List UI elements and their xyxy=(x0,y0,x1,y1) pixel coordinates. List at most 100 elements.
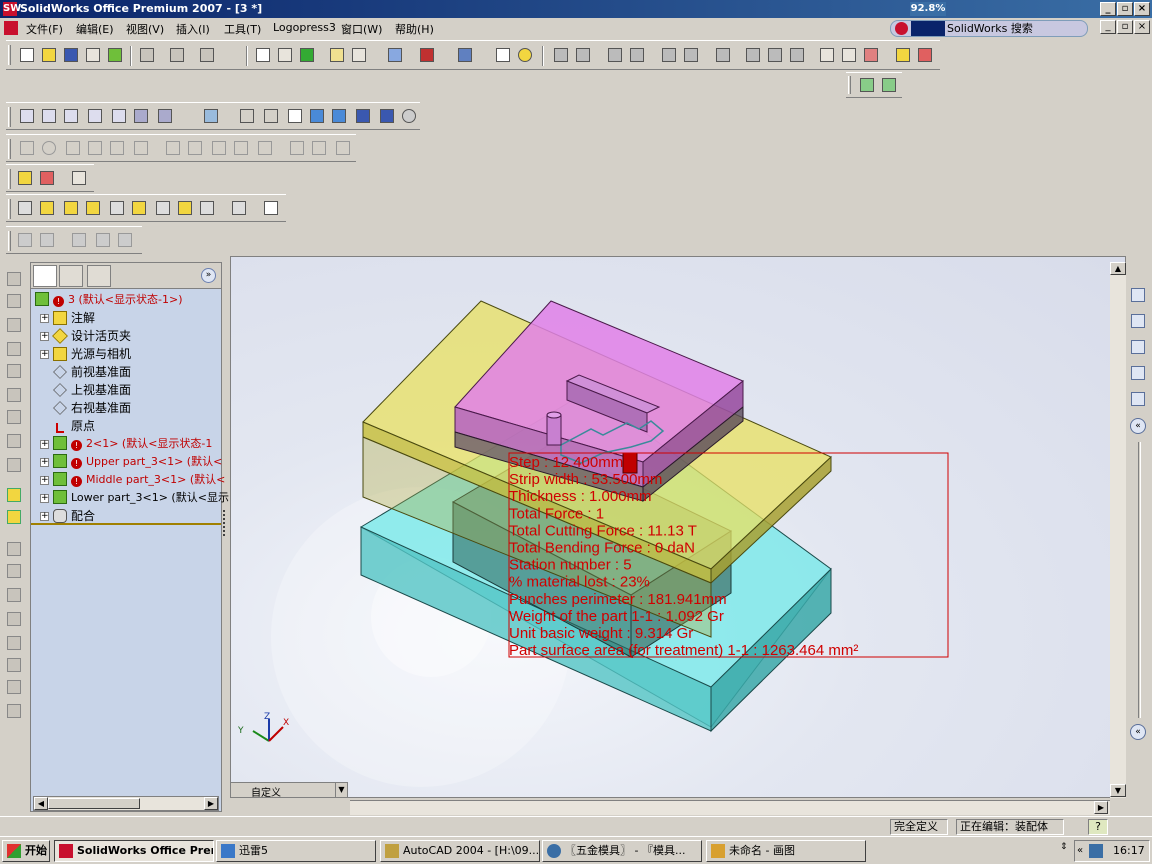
rectangle-icon[interactable] xyxy=(256,139,274,157)
palette-icon[interactable] xyxy=(1129,390,1147,408)
rollback-bar[interactable] xyxy=(31,523,221,525)
toolbar-grip[interactable] xyxy=(848,76,851,94)
expand-icon[interactable]: + xyxy=(40,458,49,467)
expand-icon[interactable]: + xyxy=(40,476,49,485)
assembly-icon[interactable] xyxy=(386,46,404,64)
tab-feature-tree[interactable] xyxy=(33,265,57,287)
menu-edit[interactable]: 编辑(E) xyxy=(76,21,114,36)
search-icon[interactable] xyxy=(1129,364,1147,382)
strip-icon-3[interactable] xyxy=(5,316,23,334)
feature-icon-5[interactable] xyxy=(116,231,134,249)
feature-icon-3[interactable] xyxy=(70,231,88,249)
strip-icon-5[interactable] xyxy=(5,362,23,380)
die-layout-icon-2[interactable] xyxy=(840,46,858,64)
tree-node-middle-part[interactable]: ! Middle part_3<1> (默认< xyxy=(53,471,225,489)
toolbar-grip[interactable] xyxy=(8,231,11,251)
expand-icon[interactable]: + xyxy=(40,440,49,449)
rotate-icon[interactable] xyxy=(132,107,150,125)
menu-help[interactable]: 帮助(H) xyxy=(395,21,434,36)
centerpoint-icon[interactable] xyxy=(86,139,104,157)
die-icon-7[interactable] xyxy=(154,199,172,217)
taskbar-browser[interactable]: 〖五金模具〗 - 『模具... xyxy=(542,840,702,862)
scroll-right-icon[interactable]: ▶ xyxy=(204,797,218,810)
realview-icon[interactable] xyxy=(378,107,396,125)
strip-icon-8[interactable] xyxy=(5,432,23,450)
scroll-up-icon[interactable]: ▲ xyxy=(1110,262,1126,275)
tab-custom-view[interactable]: 自定义 ▼ xyxy=(230,782,348,799)
filter-options-icon[interactable] xyxy=(70,169,88,187)
strip-icon-12[interactable] xyxy=(5,540,23,558)
sketch-grid-icon[interactable] xyxy=(310,139,328,157)
tab-configuration-manager[interactable] xyxy=(87,265,111,287)
expand-icon[interactable]: + xyxy=(40,512,49,521)
zoom-area-icon[interactable] xyxy=(40,107,58,125)
mate-icon[interactable] xyxy=(858,76,876,94)
menu-insert[interactable]: 插入(I) xyxy=(176,21,210,36)
logopress-icon-7[interactable] xyxy=(714,46,732,64)
expand-icon[interactable]: + xyxy=(40,314,49,323)
graphics-area[interactable]: Y Z X Step : 12.400mm Strip width : 53.50… xyxy=(230,256,1126,798)
help-button[interactable]: ? xyxy=(1088,819,1108,835)
tree-node-design-binder[interactable]: 设计活页夹 xyxy=(52,327,131,345)
logopress-icon-10[interactable] xyxy=(788,46,806,64)
hidden-lines-icon[interactable] xyxy=(262,107,280,125)
die-layout-icon-1[interactable] xyxy=(818,46,836,64)
properties-icon[interactable] xyxy=(494,46,512,64)
doc-close-button[interactable]: × xyxy=(1134,20,1150,34)
die-icon-5[interactable] xyxy=(108,199,126,217)
logopress-icon-8[interactable] xyxy=(744,46,762,64)
strip-icon-13[interactable] xyxy=(5,562,23,580)
filter-clear-icon[interactable] xyxy=(38,169,56,187)
strip-icon-18[interactable] xyxy=(5,678,23,696)
select-icon[interactable] xyxy=(254,46,272,64)
tree-node-lights-cameras[interactable]: 光源与相机 xyxy=(53,345,131,363)
pan-icon[interactable] xyxy=(156,107,174,125)
die-icon-6[interactable] xyxy=(130,199,148,217)
tree-node-origin[interactable]: 原点 xyxy=(53,417,95,435)
die-layout-icon-3[interactable] xyxy=(862,46,880,64)
viewport-horizontal-scrollbar[interactable]: ▶ xyxy=(350,800,1110,815)
chevron-down-icon[interactable]: ▼ xyxy=(335,783,347,797)
tree-node-top-plane[interactable]: 上视基准面 xyxy=(53,381,131,399)
search-input[interactable]: SolidWorks 搜索 xyxy=(890,20,1088,37)
strip-icon-9[interactable] xyxy=(5,456,23,474)
tree-node-right-plane[interactable]: 右视基准面 xyxy=(53,399,131,417)
die-icon-8[interactable] xyxy=(176,199,194,217)
help-icon[interactable] xyxy=(516,46,534,64)
mirror-icon[interactable] xyxy=(164,139,182,157)
model-viewport[interactable]: Y Z X Step : 12.400mmStrip width : 53.50… xyxy=(231,257,1126,798)
document-icon[interactable] xyxy=(4,21,18,35)
search-dropdown[interactable] xyxy=(911,21,945,36)
component-icon[interactable] xyxy=(350,46,368,64)
zoom-fit-icon[interactable] xyxy=(18,107,36,125)
doc-restore-button[interactable]: ▫ xyxy=(1117,20,1133,34)
die-icon-2[interactable] xyxy=(38,199,56,217)
strip-icon-4[interactable] xyxy=(5,340,23,358)
new-icon[interactable] xyxy=(18,46,36,64)
menu-window[interactable]: 窗口(W) xyxy=(341,21,382,36)
scroll-left-icon[interactable]: ◀ xyxy=(34,797,48,810)
logopress-icon-1[interactable] xyxy=(552,46,570,64)
expand-icon[interactable]: + xyxy=(40,332,49,341)
tab-property-manager[interactable] xyxy=(59,265,83,287)
toolbar-grip[interactable] xyxy=(8,107,11,127)
die-icon-1[interactable] xyxy=(16,199,34,217)
viewport-vertical-scrollbar[interactable]: ▲ ▼ xyxy=(1110,262,1126,798)
strip-icon-1[interactable] xyxy=(5,270,23,288)
point-icon[interactable] xyxy=(18,139,36,157)
die-icon-11[interactable] xyxy=(262,199,280,217)
feature-icon-2[interactable] xyxy=(38,231,56,249)
zoom-selection-icon[interactable] xyxy=(110,107,128,125)
circle-icon[interactable] xyxy=(40,139,58,157)
logopress-icon-2[interactable] xyxy=(574,46,592,64)
expand-pane-icon[interactable]: » xyxy=(201,268,216,283)
start-button[interactable]: 开始 xyxy=(2,840,50,862)
tray-expand-icon[interactable]: « xyxy=(1077,841,1083,861)
network-icon[interactable] xyxy=(1089,844,1103,858)
tree-node-part-2[interactable]: ! 2<1> (默认<显示状态-1 xyxy=(53,435,212,453)
edit-sketch-icon[interactable] xyxy=(880,76,898,94)
feature-icon-4[interactable] xyxy=(94,231,112,249)
open-icon[interactable] xyxy=(40,46,58,64)
angle-icon[interactable] xyxy=(334,139,352,157)
logopress-icon-4[interactable] xyxy=(628,46,646,64)
